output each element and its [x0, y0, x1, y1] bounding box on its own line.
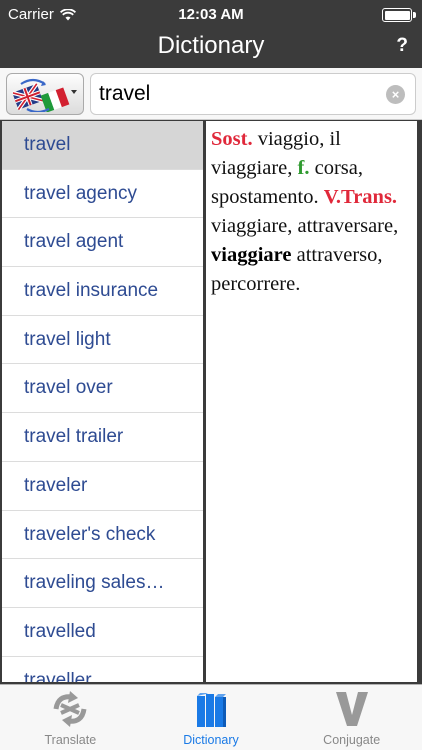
list-item[interactable]: traveler — [2, 462, 203, 511]
help-button[interactable]: ? — [396, 35, 408, 57]
books-icon — [197, 693, 226, 727]
tab-translate[interactable]: Translate — [0, 685, 141, 750]
tab-bar: Translate Dictionary Conjugate — [0, 684, 422, 750]
translate-icon — [53, 691, 87, 727]
highlighted-term: viaggiare — [211, 244, 292, 266]
page-title: Dictionary — [157, 32, 265, 59]
clear-search-button[interactable]: × — [386, 85, 405, 104]
results-list[interactable]: travel travel agency travel agent travel… — [2, 121, 203, 682]
list-item[interactable]: travel — [2, 121, 203, 170]
search-input[interactable] — [99, 80, 379, 108]
search-row: × — [0, 68, 422, 120]
list-item[interactable]: traveller — [2, 657, 203, 682]
list-item[interactable]: travel over — [2, 364, 203, 414]
part-of-speech-label: V.Trans. — [323, 186, 398, 208]
battery-icon — [382, 8, 416, 22]
language-selector-button[interactable] — [6, 73, 84, 115]
search-field[interactable]: × — [90, 73, 416, 115]
navigation-bar: Dictionary ? — [0, 30, 422, 66]
list-item[interactable]: traveler's check — [2, 511, 203, 560]
clock: 12:03 AM — [178, 6, 244, 23]
list-item[interactable]: travel trailer — [2, 413, 203, 462]
tab-label: Conjugate — [323, 733, 381, 747]
status-bar: Carrier 12:03 AM — [0, 0, 422, 30]
tab-dictionary[interactable]: Dictionary — [141, 685, 282, 750]
definition-text: viaggiare, attraversare, — [211, 215, 399, 237]
list-item[interactable]: travel light — [2, 316, 203, 365]
tab-conjugate[interactable]: Conjugate — [281, 685, 422, 750]
part-of-speech-label: Sost. — [211, 128, 253, 150]
list-item[interactable]: traveling sales… — [2, 559, 203, 608]
list-item[interactable]: travel agency — [2, 170, 203, 219]
list-item[interactable]: travel agent — [2, 218, 203, 268]
tab-label: Translate — [44, 733, 97, 747]
list-item[interactable]: travelled — [2, 608, 203, 657]
uk-italy-flags-icon — [13, 78, 77, 112]
list-item[interactable]: travel insurance — [2, 267, 203, 316]
definition-panel: Sost. viaggio, il viaggiare, f. corsa, s… — [206, 121, 417, 682]
gender-marker: f. — [297, 157, 310, 179]
tab-label: Dictionary — [183, 733, 239, 747]
conjugate-v-icon — [335, 692, 368, 726]
